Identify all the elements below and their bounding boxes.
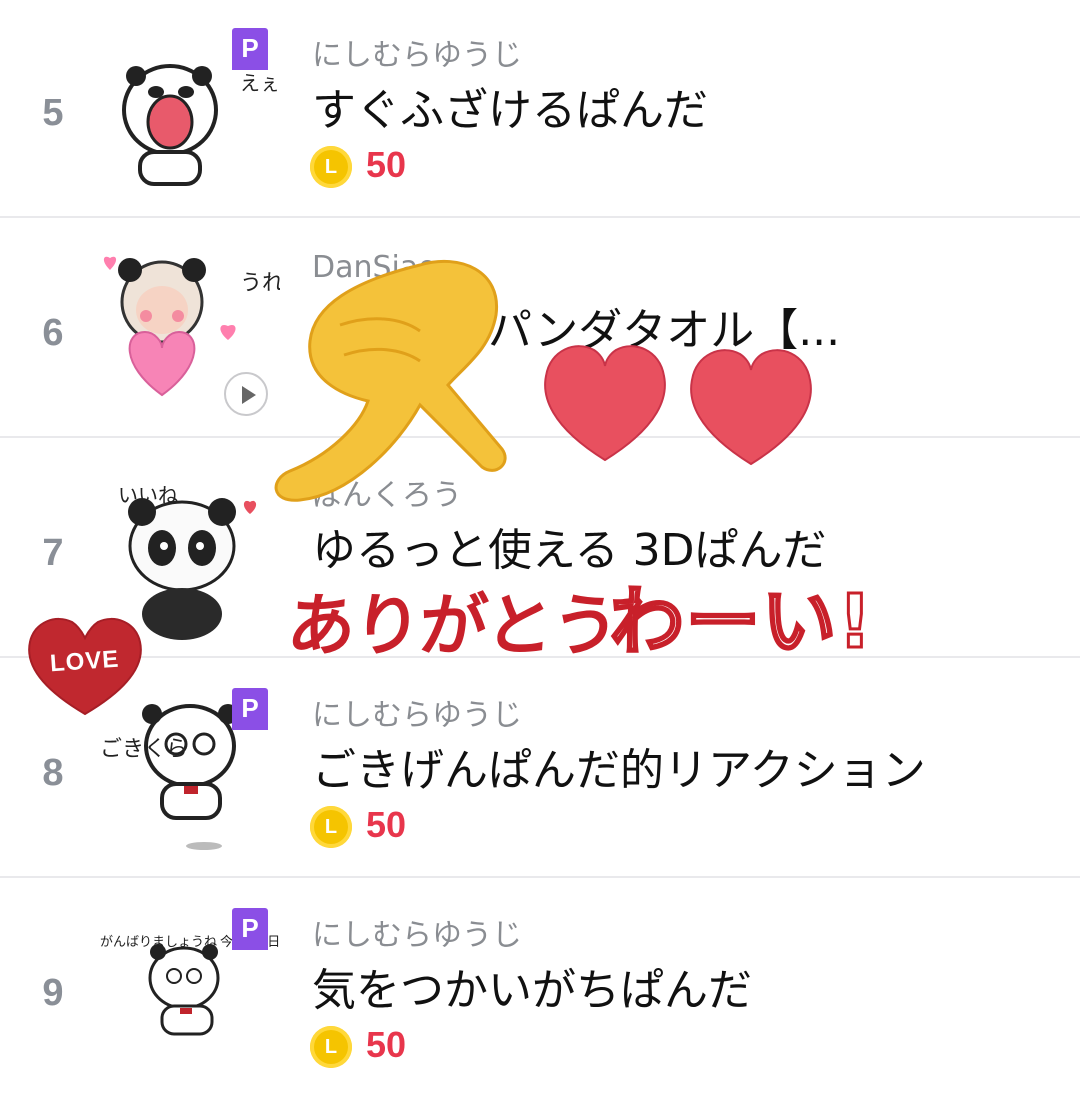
sticker-title: 気をつかいがちぱんだ	[312, 965, 752, 1016]
sticker-text: えぇ〜	[240, 71, 280, 95]
rank-number: 7	[42, 532, 64, 574]
line-coin-icon: L	[310, 1026, 352, 1068]
heart-icon	[690, 349, 812, 466]
premium-badge: P	[232, 908, 268, 950]
creator-name: にしむらゆうじ	[312, 918, 522, 953]
sticker-text: ごきくら	[100, 737, 188, 762]
premium-badge: P	[232, 28, 268, 70]
play-preview-icon[interactable]	[224, 372, 268, 416]
arigatou-sticker-text: ありがとう	[284, 587, 621, 666]
list-item[interactable]: 8 ごきくら P にしむらゆうじ ごきげんぱんだ的リアクション L 50	[0, 660, 1080, 878]
sticker-text: がんばりましょうね	[100, 935, 217, 950]
price-value: 50	[366, 804, 407, 845]
creator-name: にしむらゆうじ	[312, 38, 522, 73]
line-coin-icon: L	[310, 146, 352, 188]
pointing-hand-sticker	[274, 259, 507, 502]
rank-number: 9	[42, 972, 64, 1014]
price-value: 50	[366, 144, 407, 185]
rank-number: 6	[42, 312, 64, 354]
creator-name: にしむらゆうじ	[312, 698, 522, 733]
list-item[interactable]: 9 がんばりましょうね 今日も1日 P にしむらゆうじ 気をつかいがちぱんだ L…	[0, 880, 1080, 1098]
list-item[interactable]: 5 えぇ〜 P にしむらゆうじ すぐふざけるぱんだ L 50	[0, 0, 1080, 218]
sticker-title: すぐふざけるぱんだ	[312, 85, 708, 136]
premium-badge: P	[232, 688, 268, 730]
rank-number: 8	[42, 752, 64, 794]
divider	[0, 876, 1080, 878]
love-label: LOVE	[49, 645, 121, 678]
waai-sticker-text: わーい!	[609, 578, 874, 667]
divider	[0, 216, 1080, 218]
sticker-title: ごきげんぱんだ的リアクション	[312, 745, 926, 796]
rank-number: 5	[42, 92, 64, 134]
line-coin-icon: L	[310, 806, 352, 848]
sticker-ranking-list: 5 えぇ〜 P にしむらゆうじ すぐふざけるぱんだ L 50 6 うれし	[0, 0, 1080, 1094]
price-value: 50	[366, 1024, 407, 1065]
heart-icon	[544, 345, 666, 462]
